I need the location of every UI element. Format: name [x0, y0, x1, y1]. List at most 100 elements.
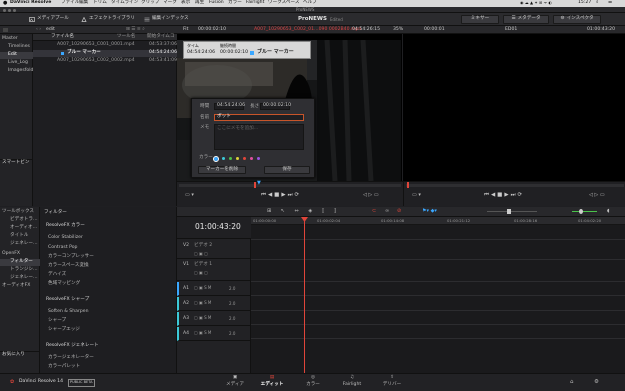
filter-item[interactable]: シャープエッジ [40, 327, 80, 334]
mute-icon[interactable]: ◖ [607, 209, 610, 214]
filter-item[interactable]: カラーパレット [40, 364, 80, 371]
fx-item[interactable]: タイトル [0, 233, 40, 240]
mixer-button[interactable]: ミキサー [461, 15, 499, 24]
column-filename[interactable]: ファイル名 [51, 34, 74, 40]
menu-color[interactable]: カラー [228, 0, 242, 6]
notification-center-icon[interactable]: ☰ [608, 0, 612, 6]
app-menu[interactable]: DaVinci Resolve [10, 0, 51, 6]
column-reel[interactable]: ツール名 [117, 34, 135, 40]
zoom-level[interactable]: 35% [393, 27, 403, 33]
color-swatch-pink[interactable] [250, 157, 253, 160]
media-row-marker[interactable]: ブルー マーカー 04:54:24:06 [33, 50, 177, 57]
source-playhead[interactable] [254, 182, 256, 188]
bin-master[interactable]: Master [0, 36, 33, 43]
bin-imagesfolds[interactable]: Imagesfolds [0, 68, 36, 75]
link-icon[interactable]: ∞ [385, 209, 389, 214]
page-tab-fairlight[interactable]: ♫ Fairlight [338, 375, 366, 390]
menu-view[interactable]: 表示 [181, 0, 190, 6]
flag-icon[interactable]: ⚑▾ ◆▾ [422, 209, 437, 214]
timeline-mode-icons[interactable]: ▭ ▾ [412, 193, 421, 198]
color-swatch-blue[interactable] [213, 155, 219, 162]
back-icon[interactable]: ‹ › [36, 27, 41, 33]
menu-fairlight[interactable]: Fairlight [246, 0, 264, 6]
minimize-window-icon[interactable] [8, 8, 11, 12]
home-icon[interactable]: ⌂ [570, 379, 574, 386]
timeline-playhead[interactable] [304, 217, 305, 373]
menu-timeline[interactable]: タイムライン [111, 0, 138, 6]
audio-fx-node[interactable]: オーディオFX [0, 283, 40, 290]
menu-file[interactable]: ファイル [61, 0, 79, 6]
timeline-in-out-icons[interactable]: ◁ ▷ ▭ [589, 193, 605, 198]
track-lock-icon[interactable]: ▢ ▣ ▢ [194, 271, 208, 275]
page-tab-color[interactable]: ◎ カラー [300, 375, 326, 390]
zoom-slider[interactable] [487, 211, 537, 212]
settings-gear-icon[interactable]: ⚙ [594, 379, 599, 386]
menu-playback[interactable]: 再生 [195, 0, 204, 6]
media-pool-button[interactable]: メディアプール [26, 15, 72, 24]
source-scrubber[interactable] [179, 184, 401, 187]
time-field[interactable]: 04:54:24:06 [214, 103, 245, 110]
filter-item[interactable]: カラーコンプレッサー [40, 254, 94, 261]
source-fit[interactable]: Fit [183, 27, 188, 33]
color-swatch-yellow[interactable] [236, 157, 239, 160]
fx-item[interactable]: ジェネレー… [0, 275, 40, 282]
menu-trim[interactable]: トリム [93, 0, 107, 6]
source-in-out-icons[interactable]: ◁ ▷ ▭ [363, 193, 379, 198]
track-controls-icons[interactable]: ▢ ▣ S M [194, 286, 211, 290]
track-controls-icons[interactable]: ▢ ▣ S M [194, 331, 211, 335]
timeline-tracks-area[interactable] [251, 225, 625, 373]
color-swatch-purple[interactable] [257, 157, 260, 160]
fx-item[interactable]: ビデオトラ… [0, 217, 40, 224]
track-lock-icon[interactable]: ▢ ▣ ▢ [194, 252, 208, 256]
delete-marker-button[interactable]: マーカーを削除 [198, 166, 246, 174]
fx-item[interactable]: ジェネレー… [0, 241, 40, 248]
view-mode-icons[interactable]: ⊞ ☰ ≡ ⌕ [126, 27, 145, 33]
menu-edit[interactable]: 編集 [79, 0, 88, 6]
position-lock-icon[interactable]: ⊘ [397, 209, 401, 214]
smart-bins-header[interactable]: スマートビン [0, 159, 33, 166]
page-tab-edit[interactable]: ▤ エディット [258, 375, 286, 390]
timeline-play-controls[interactable]: ⏮◀■▶⏭⟳ [484, 192, 524, 199]
edit-index-button[interactable]: 編集インデックス [141, 15, 192, 24]
audio-level-handle[interactable] [579, 209, 583, 214]
effects-library-button[interactable]: エフェクトライブラリ [78, 15, 138, 24]
favorites-header[interactable]: お気に入り [0, 351, 40, 358]
menu-fusion[interactable]: Fusion [209, 0, 224, 6]
edit-tool-icons[interactable]: ⊞ ↖ ⇔ ◈ ⟦ ⟧ [267, 209, 340, 214]
media-row[interactable]: A007_10290653_C001_0001.mp4 04:53:37:06 [33, 42, 177, 49]
menu-help[interactable]: ヘルプ [303, 0, 317, 6]
bin-list-toggle-icon[interactable] [3, 28, 8, 32]
filter-item[interactable]: シャープ [40, 318, 66, 325]
color-swatch-green[interactable] [229, 157, 232, 160]
track-controls-icons[interactable]: ▢ ▣ S M [194, 301, 211, 305]
menu-workspace[interactable]: ワークスペース [268, 0, 299, 6]
track-controls-icons[interactable]: ▢ ▣ S M [194, 316, 211, 320]
color-swatch-red[interactable] [243, 157, 246, 160]
bin-timelines[interactable]: Timelines [0, 44, 33, 51]
column-start-tc[interactable]: 開始タイムコ [147, 34, 174, 40]
apple-icon[interactable]: ● [3, 1, 7, 6]
filter-item[interactable]: カラージェネレーター [40, 355, 94, 362]
save-marker-button[interactable]: 保存 [264, 166, 310, 174]
filter-item[interactable]: カラースペース変換 [40, 263, 89, 270]
filter-item[interactable]: デハイズ [40, 272, 66, 279]
snap-icon[interactable]: ⊂ [372, 209, 376, 214]
timeline-viewer[interactable] [403, 34, 625, 181]
timeline-scrubber[interactable] [406, 184, 624, 187]
source-marker-icon[interactable]: ▼ [257, 181, 261, 186]
duration-field[interactable]: 00:00:02:10 [260, 103, 291, 110]
filter-item[interactable]: Contrast Pop [40, 245, 77, 252]
filter-item[interactable]: 色域マッピング [40, 281, 80, 288]
menu-clip[interactable]: クリップ [141, 0, 159, 6]
openfx-node[interactable]: OpenFX [0, 251, 40, 258]
page-tab-media[interactable]: ▣ メディア [222, 375, 248, 390]
source-mode-icons[interactable]: ▭ ▾ [185, 193, 194, 198]
source-clip-name[interactable]: A007_10290653_C002_01…090 0002B40.mp4 [254, 27, 361, 33]
spotlight-icon[interactable]: ⌕ [596, 0, 599, 6]
fx-item[interactable]: オーディオ… [0, 225, 40, 232]
bin-live-log[interactable]: Live_Log [0, 60, 33, 67]
color-swatch-cyan[interactable] [222, 157, 225, 160]
filter-item[interactable]: Color Stabilizer [40, 235, 83, 242]
page-tab-deliver[interactable]: ⇪ デリバー [378, 375, 406, 390]
inspector-button[interactable]: ⚙ インスペクタ [553, 15, 601, 24]
